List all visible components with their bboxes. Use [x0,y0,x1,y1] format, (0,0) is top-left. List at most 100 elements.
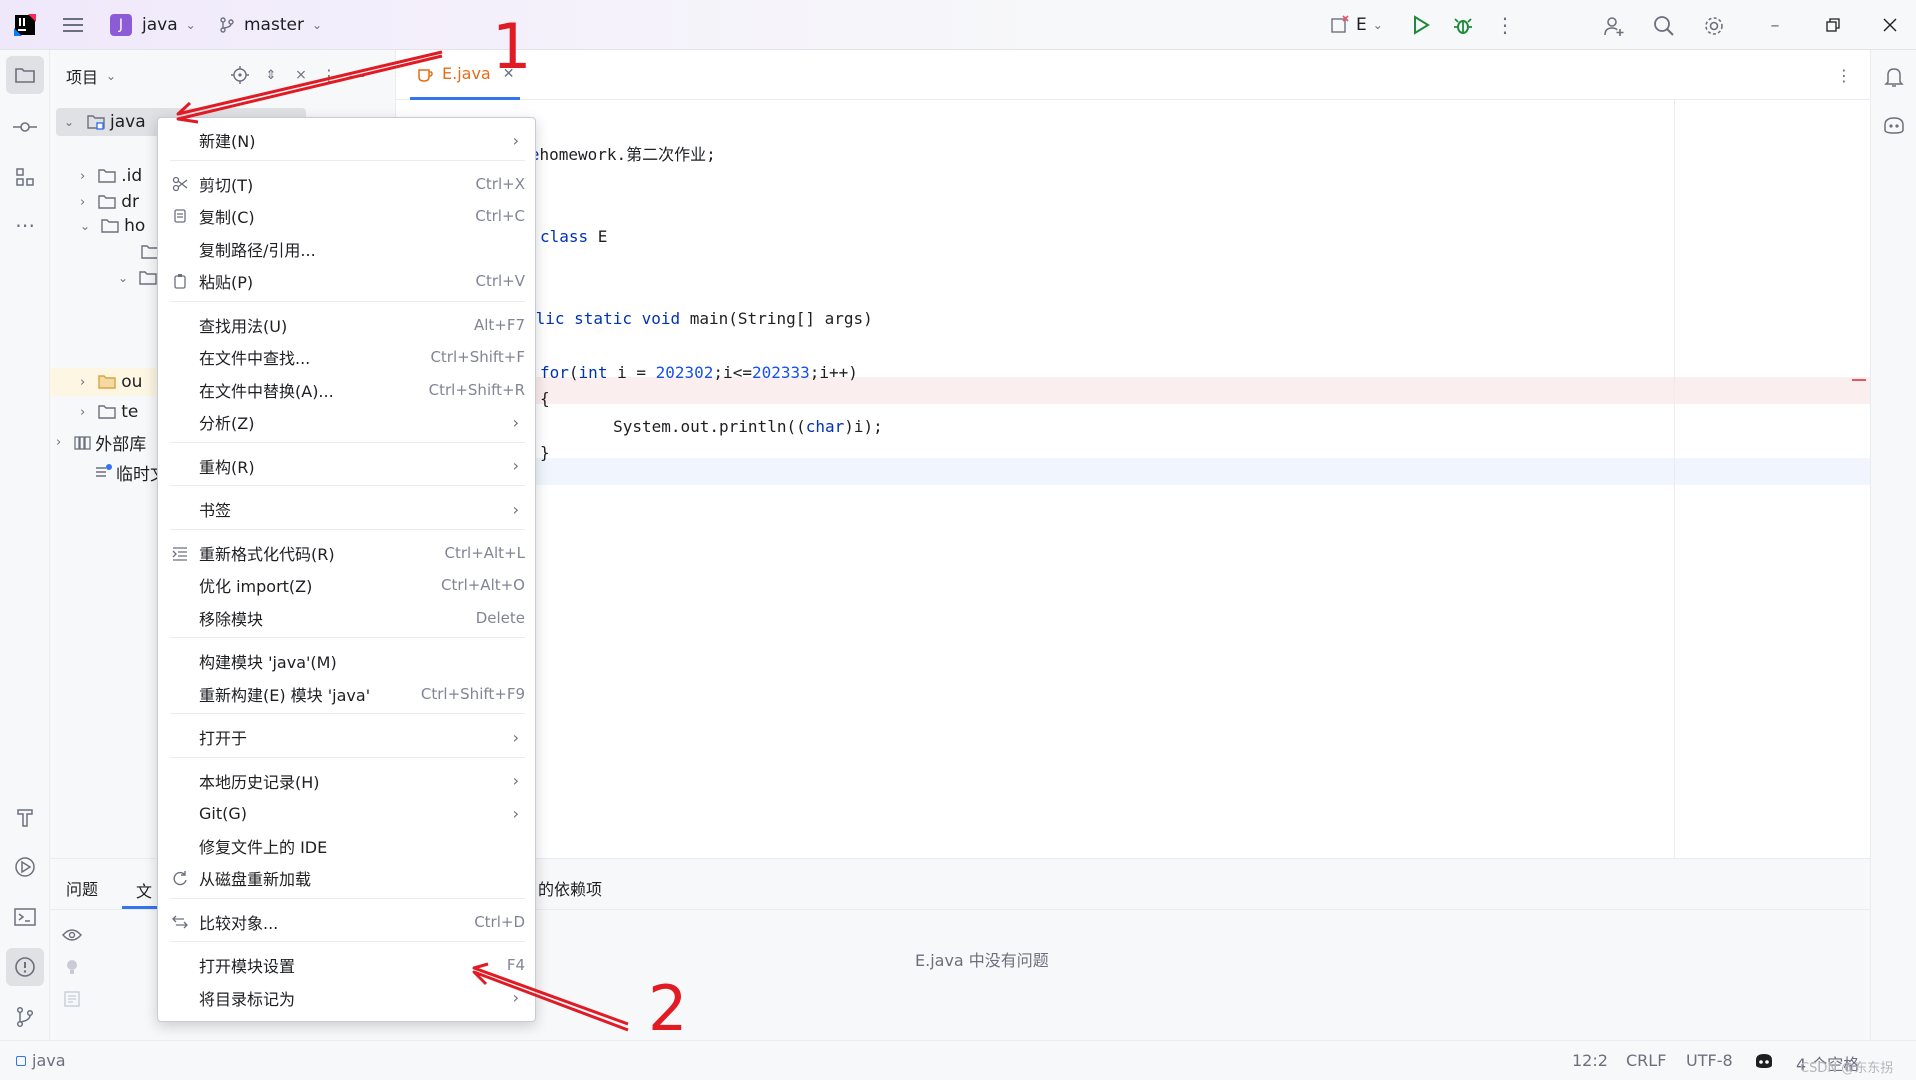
menu-item-label: 打开模块设置 [199,957,296,976]
menu-separator [170,528,525,530]
collapse-all-icon[interactable]: ⨯ [290,62,312,88]
minimize-icon[interactable]: – [1762,12,1788,38]
watermark-text: CSDN @东东拐 [1800,1061,1894,1076]
tree-item-idea[interactable]: › .id [80,162,142,190]
hide-panel-icon[interactable]: — [346,62,368,88]
eye-icon[interactable] [60,923,84,947]
menu-item[interactable]: 复制路径/引用... [166,233,527,265]
more-actions-icon[interactable]: ⋮ [1492,12,1518,38]
menu-item-label: 优化 import(Z) [199,577,313,596]
tab-dependencies[interactable]: 的依赖项 [538,873,602,903]
line-separator[interactable]: CRLF [1626,1051,1666,1070]
menu-item[interactable]: 分析(Z) › [166,406,527,438]
notifications-bell-icon[interactable] [1879,62,1909,92]
code-text: } [540,443,550,462]
git-icon[interactable] [10,1002,40,1032]
tree-item-test[interactable]: › te [80,398,138,426]
menu-item[interactable]: 构建模块 'java'(M) [166,645,527,677]
menu-item[interactable]: 将目录标记为 › [166,982,527,1014]
code-line[interactable]: blic static void main(String[] args) [526,306,873,332]
project-folder-icon[interactable] [6,56,44,94]
annotation-label-2: 2 [648,972,688,1045]
project-panel-title[interactable]: 项目 ⌄ [66,62,116,90]
panel-options-icon[interactable]: ⋮ [318,62,340,88]
tree-label: te [121,402,139,422]
menu-item[interactable]: 打开于 › [166,721,527,753]
more-tools-icon[interactable]: ⋯ [10,210,40,240]
menu-item[interactable]: 书签 › [166,493,527,525]
tree-item-sub2[interactable]: ⌄ [118,264,158,292]
ai-assistant-icon[interactable] [1879,110,1909,140]
menu-item[interactable]: 复制(C) Ctrl+C [166,200,527,232]
code-line[interactable]: } [540,440,550,466]
run-icon[interactable] [1408,12,1434,38]
caret-position[interactable]: 12:2 [1572,1051,1608,1070]
menu-item-label: 重新构建(E) 模块 'java' [199,685,371,705]
tree-item-external-libs[interactable]: › 外部库 [56,428,146,456]
code-area[interactable]: 1packagehomework.第二次作业;class Eblic stati… [396,50,1870,858]
menu-item-label: 重新格式化代码(R) [199,544,335,564]
excluded-folder-icon [98,375,116,389]
intellij-logo-icon[interactable] [12,12,38,38]
branch-name: master [244,15,304,35]
menu-item-label: 比较对象... [199,913,279,933]
restore-icon[interactable] [1820,12,1846,38]
run-services-icon[interactable] [10,852,40,882]
menu-item[interactable]: 打开模块设置 F4 [166,949,527,981]
run-config-selector[interactable]: E ⌄ [1330,11,1383,39]
menu-item[interactable]: 新建(N) › [166,124,527,156]
debug-icon[interactable] [1450,12,1476,38]
code-line[interactable]: class E [540,224,607,250]
panel-title-label: 项目 [66,68,99,87]
close-icon[interactable] [1877,12,1903,38]
expand-all-icon[interactable]: ⇕ [260,62,282,88]
reload-icon [170,868,190,888]
menu-item[interactable]: 剪切(T) Ctrl+X [166,168,527,200]
tab-problems[interactable]: 问题 [66,873,98,903]
menu-item[interactable]: 从磁盘重新加载 [166,862,527,894]
locate-icon[interactable] [228,62,252,88]
branch-selector[interactable]: master ⌄ [218,11,322,39]
menu-item[interactable]: 重构(R) › [166,450,527,482]
code-line[interactable]: for(int i = 202302;i<=202333;i++) [540,360,858,386]
tree-label: dr [121,192,139,212]
project-badge: J [110,14,132,36]
breadcrumb-module[interactable]: java [16,1051,66,1070]
menu-item[interactable]: 优化 import(Z) Ctrl+Alt+O [166,569,527,601]
menu-item[interactable]: 修复文件上的 IDE [166,830,527,862]
main-menu-icon[interactable] [60,12,86,38]
menu-item[interactable]: 粘贴(P) Ctrl+V [166,265,527,297]
search-icon[interactable] [1650,12,1678,40]
code-line[interactable]: System.out.println((char)i); [536,414,883,440]
structure-icon[interactable] [10,162,40,192]
compare-icon [170,912,190,932]
menu-item[interactable]: 比较对象... Ctrl+D [166,906,527,938]
menu-separator [170,897,525,899]
menu-item[interactable]: 移除模块 Delete [166,602,527,634]
menu-item[interactable]: 查找用法(U) Alt+F7 [166,309,527,341]
project-selector[interactable]: J java ⌄ [110,11,196,39]
menu-item[interactable]: 本地历史记录(H) › [166,765,527,797]
preview-icon[interactable] [60,987,84,1011]
menu-item[interactable]: 在文件中替换(A)... Ctrl+Shift+R [166,374,527,406]
menu-item[interactable]: 在文件中查找... Ctrl+Shift+F [166,341,527,373]
code-text: ;i++) [809,363,858,382]
problems-icon[interactable] [6,948,44,986]
tree-item-out[interactable]: › ou [50,368,170,396]
file-encoding[interactable]: UTF-8 [1686,1051,1733,1070]
tab-label: 的依赖项 [538,880,603,899]
menu-item[interactable]: 重新格式化代码(R) Ctrl+Alt+L [166,537,527,569]
settings-gear-icon[interactable] [1700,12,1728,40]
add-user-icon[interactable] [1600,12,1628,40]
chevron-right-icon: › [56,434,62,450]
lightbulb-icon[interactable] [60,955,84,979]
build-hammer-icon[interactable] [10,802,40,832]
menu-item[interactable]: Git(G) › [166,797,527,829]
terminal-icon[interactable] [10,902,40,932]
menu-item[interactable]: 重新构建(E) 模块 'java' Ctrl+Shift+F9 [166,678,527,710]
chevron-down-icon: ⌄ [185,18,196,32]
commit-icon[interactable] [10,112,40,142]
tree-item-homework[interactable]: ⌄ ho [80,212,145,240]
copilot-icon[interactable] [1752,1049,1776,1073]
code-line[interactable]: { [540,386,550,412]
